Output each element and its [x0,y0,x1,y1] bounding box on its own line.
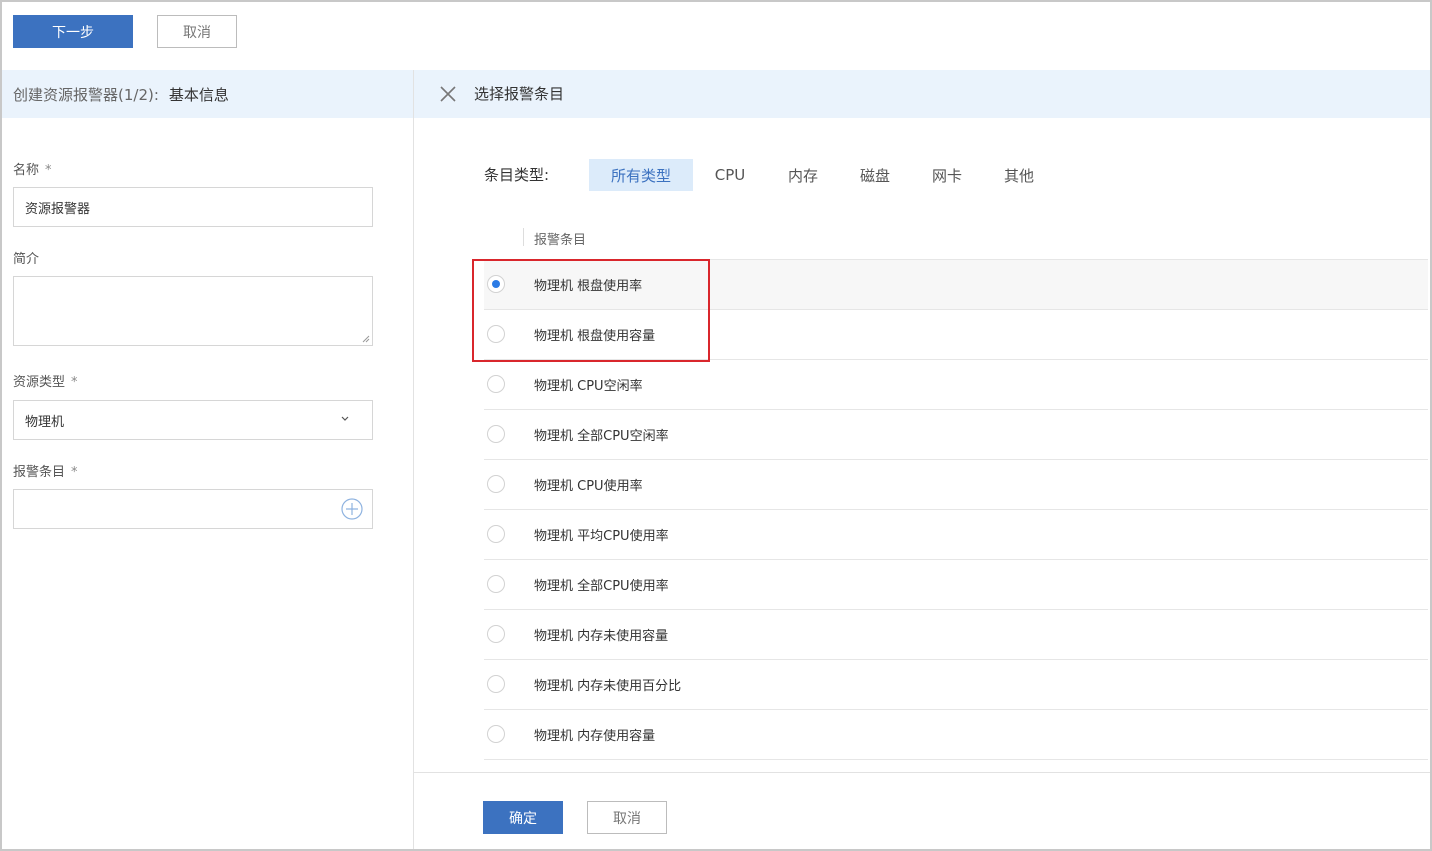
description-textarea[interactable] [13,276,373,346]
filter-label: 条目类型: [484,166,550,184]
filter-tab-other[interactable]: 其他 [995,159,1043,191]
list-item-label: 物理机 全部CPU使用率 [534,579,669,594]
list-item[interactable]: 物理机 全部CPU空闲率 [484,409,1428,459]
right-panel-header: 选择报警条目 [414,70,1430,118]
filter-tab-nic[interactable]: 网卡 [923,159,971,191]
alarm-item-input[interactable] [13,489,373,529]
description-label: 简介 [13,252,40,267]
confirm-button[interactable]: 确定 [483,801,563,834]
filter-tab-cpu[interactable]: CPU [706,159,754,191]
right-panel-title: 选择报警条目 [474,85,565,103]
list-item[interactable]: 物理机 内存使用容量 [484,709,1428,759]
list-item[interactable]: 物理机 CPU空闲率 [484,359,1428,409]
radio-unselected[interactable] [487,525,505,543]
list-item[interactable]: 物理机 全部CPU使用率 [484,559,1428,609]
list-item[interactable]: 物理机 根盘使用容量 [484,309,1428,359]
resource-type-select[interactable]: 物理机 [13,400,373,440]
footer-divider [414,772,1430,773]
resize-handle-icon[interactable] [362,335,370,343]
list-item-label: 物理机 全部CPU空闲率 [534,429,669,444]
list-item-label: 物理机 内存使用容量 [534,729,656,744]
list-item-label: 物理机 根盘使用容量 [534,329,656,344]
name-input[interactable]: 资源报警器 [13,187,373,227]
column-header-alarm-item: 报警条目 [534,233,587,248]
radio-dot [492,280,500,288]
radio-unselected[interactable] [487,625,505,643]
list-item-label: 物理机 平均CPU使用率 [534,529,669,544]
dialog-cancel-button[interactable]: 取消 [587,801,667,834]
radio-unselected[interactable] [487,325,505,343]
filter-tab-all[interactable]: 所有类型 [589,159,693,191]
left-panel-header: 创建资源报警器(1/2): 基本信息 [2,70,413,118]
panel-divider [413,70,414,849]
column-separator [523,228,524,246]
radio-unselected[interactable] [487,575,505,593]
list-item[interactable]: 物理机 CPU使用率 [484,459,1428,509]
next-step-button[interactable]: 下一步 [13,15,133,48]
list-item-label: 物理机 根盘使用率 [534,279,643,294]
list-item-label: 物理机 内存未使用百分比 [534,679,682,694]
radio-unselected[interactable] [487,425,505,443]
list-item-label: 物理机 CPU空闲率 [534,379,643,394]
radio-unselected[interactable] [487,675,505,693]
chevron-down-icon [341,416,349,421]
filter-tab-memory[interactable]: 内存 [779,159,827,191]
filter-tab-disk[interactable]: 磁盘 [851,159,899,191]
alarm-item-label: 报警条目 * [13,465,78,480]
cancel-button[interactable]: 取消 [157,15,237,48]
list-bottom-border [484,759,1428,760]
list-item[interactable]: 物理机 根盘使用率 [484,259,1428,309]
list-item[interactable]: 物理机 平均CPU使用率 [484,509,1428,559]
resource-type-value: 物理机 [25,414,65,430]
list-item-label: 物理机 内存未使用容量 [534,629,669,644]
radio-unselected[interactable] [487,725,505,743]
list-item-label: 物理机 CPU使用率 [534,479,643,494]
name-label: 名称 * [13,163,52,178]
list-item[interactable]: 物理机 内存未使用容量 [484,609,1428,659]
resource-type-label: 资源类型 * [13,375,78,390]
close-icon[interactable] [438,84,458,104]
radio-unselected[interactable] [487,475,505,493]
radio-unselected[interactable] [487,375,505,393]
step-indicator: 创建资源报警器(1/2): [13,85,159,104]
list-item[interactable]: 物理机 内存未使用百分比 [484,659,1428,709]
radio-selected[interactable] [487,275,505,293]
add-circle-icon[interactable] [341,498,363,520]
left-panel-title: 基本信息 [168,85,229,104]
